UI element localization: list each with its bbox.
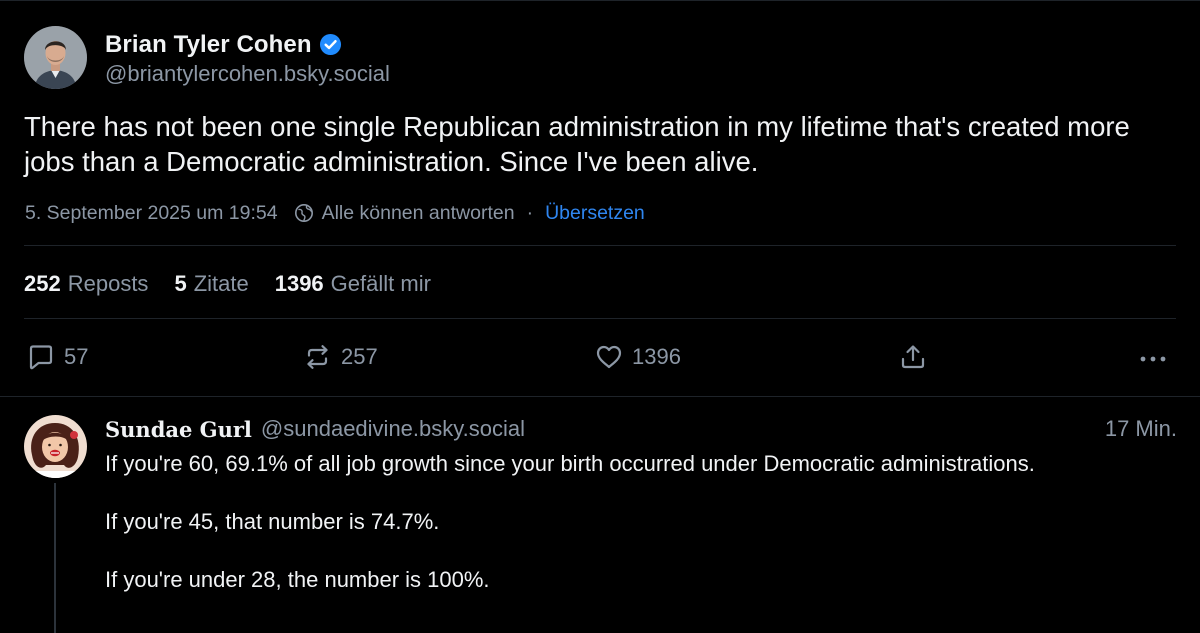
stat-likes[interactable]: 1396 Gefällt mir	[275, 271, 431, 297]
verified-badge-icon[interactable]	[319, 33, 342, 56]
repost-button[interactable]: 257	[302, 338, 378, 376]
reply-author-name[interactable]: Sundae Gurl	[105, 417, 252, 442]
share-icon	[898, 342, 928, 372]
stats-divider-bottom	[24, 318, 1176, 319]
reply-count: 57	[64, 344, 89, 369]
share-button[interactable]	[898, 338, 928, 376]
repost-count: 257	[341, 344, 378, 369]
reply-text: If you're 60, 69.1% of all job growth si…	[105, 449, 1085, 623]
thread-divider	[0, 396, 1200, 397]
stat-reposts-count: 252	[24, 271, 61, 296]
stat-quotes[interactable]: 5 Zitate	[174, 271, 248, 297]
reply-setting-label[interactable]: Alle können antworten	[322, 202, 515, 225]
post-header: Brian Tyler Cohen @briantylercohen.bsky.…	[24, 25, 390, 89]
author-avatar[interactable]	[24, 25, 87, 89]
author-name[interactable]: Brian Tyler Cohen	[105, 31, 312, 59]
globe-reply-setting-icon	[294, 203, 314, 223]
post-timestamp[interactable]: 5. September 2025 um 19:54	[25, 202, 278, 225]
stat-likes-count: 1396	[274, 271, 324, 296]
more-options-button[interactable]	[1138, 338, 1170, 376]
stat-reposts[interactable]: 252 Reposts	[24, 271, 148, 297]
post-meta: 5. September 2025 um 19:54 Alle können a…	[25, 199, 645, 227]
stats-divider-top	[24, 245, 1176, 246]
post-stats: 252 Reposts 5 Zitate 1396 Gefällt mir	[24, 268, 457, 300]
thread-view: Brian Tyler Cohen @briantylercohen.bsky.…	[0, 0, 1200, 633]
reply-paragraph: If you're 45, that number is 74.7%.	[105, 509, 440, 534]
post-actions: 57 257 1396	[0, 338, 1200, 376]
reply-button[interactable]: 57	[26, 338, 88, 376]
author-name-row: Brian Tyler Cohen	[105, 28, 390, 62]
meta-separator: ·	[526, 201, 534, 224]
author-handle[interactable]: @briantylercohen.bsky.social	[105, 61, 390, 87]
reply-bubble-icon	[26, 342, 56, 372]
like-button[interactable]: 1396	[594, 338, 681, 376]
reply-time[interactable]: 17 Min.	[1105, 416, 1177, 442]
translate-link[interactable]: Übersetzen	[545, 202, 645, 225]
thread-line	[54, 483, 56, 633]
heart-icon	[594, 342, 624, 372]
author-info: Brian Tyler Cohen @briantylercohen.bsky.…	[105, 28, 390, 87]
post-text: There has not been one single Republican…	[24, 111, 1130, 177]
reply-author-avatar[interactable]	[24, 415, 87, 478]
stat-quotes-count: 5	[174, 271, 187, 296]
reply-author-handle[interactable]: @sundaedivine.bsky.social	[261, 416, 525, 442]
like-count: 1396	[632, 344, 681, 369]
reply-header: Sundae Gurl @sundaedivine.bsky.social 17…	[105, 414, 1177, 444]
stat-likes-label: Gefällt mir	[330, 271, 431, 296]
stat-quotes-label: Zitate	[193, 271, 249, 296]
stat-reposts-label: Reposts	[67, 271, 149, 296]
reply-paragraph: If you're 60, 69.1% of all job growth si…	[105, 451, 1035, 476]
repost-icon	[302, 342, 333, 372]
top-divider	[0, 0, 1200, 1]
more-options-icon	[1138, 342, 1170, 372]
reply-paragraph: If you're under 28, the number is 100%.	[105, 567, 490, 592]
